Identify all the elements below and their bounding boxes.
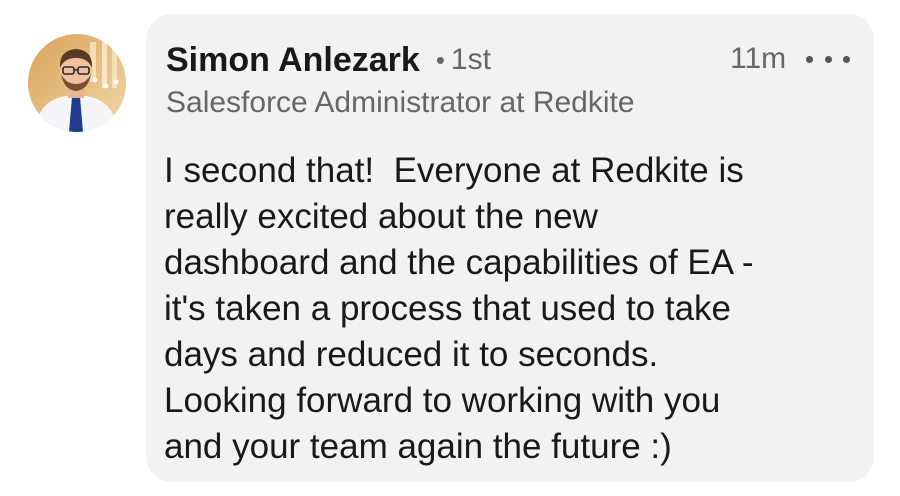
author-name[interactable]: Simon Anlezark: [166, 41, 420, 80]
more-horizontal-icon: [824, 55, 832, 63]
comment-line: really excited about the new: [164, 197, 598, 236]
timestamp: 11m: [730, 42, 787, 75]
comment-text: I second that! Everyone at Redkite is re…: [164, 148, 854, 470]
author-headline: Salesforce Administrator at Redkite: [166, 86, 635, 119]
comment-line: I second that! Everyone at Redkite is: [164, 151, 744, 190]
comment-line: days and reduced it to seconds.: [164, 335, 659, 374]
comment-bubble: Simon Anlezark • 1st 11m Salesforce Admi…: [146, 14, 874, 482]
comment-line: dashboard and the capabilities of EA -: [164, 243, 754, 282]
more-horizontal-icon: [843, 55, 850, 63]
more-horizontal-icon: [806, 55, 813, 63]
comment-line: and your team again the future :): [164, 427, 672, 466]
connection-separator: •: [435, 44, 445, 75]
avatar[interactable]: [28, 34, 126, 132]
connection-degree: 1st: [450, 43, 491, 76]
more-options-button[interactable]: [806, 42, 850, 76]
comment-line: Looking forward to working with you: [164, 381, 721, 420]
profile-photo-icon: [28, 34, 126, 132]
comment-line: it's taken a process that used to take: [164, 289, 732, 328]
author-row: Simon Anlezark • 1st: [166, 40, 491, 80]
comment-item: Simon Anlezark • 1st 11m Salesforce Admi…: [0, 0, 900, 496]
